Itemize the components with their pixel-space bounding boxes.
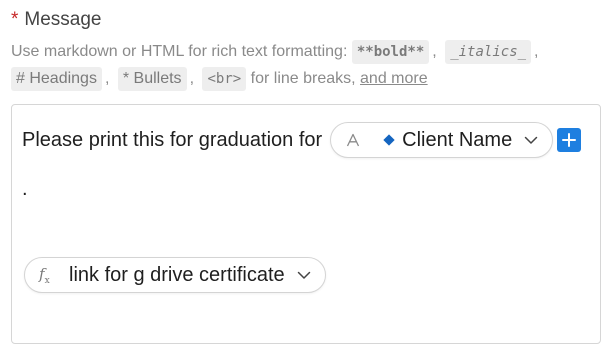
- g-drive-link-token[interactable]: fx link for g drive certificate: [24, 257, 326, 293]
- line-breaks-text: for line breaks,: [250, 70, 356, 87]
- message-label: Message: [24, 9, 102, 30]
- plus-icon: [562, 133, 576, 147]
- required-marker: *: [11, 9, 19, 30]
- client-name-token[interactable]: Client Name: [330, 122, 554, 158]
- separator-comma: ,: [432, 43, 437, 60]
- headings-code-sample: # Headings: [11, 67, 102, 91]
- editor-line-1: Please print this for graduation for Cli…: [22, 121, 554, 159]
- chevron-down-icon[interactable]: [297, 271, 311, 280]
- br-code-sample: <br>: [202, 67, 247, 91]
- formula-icon-x: x: [44, 275, 50, 286]
- separator-comma: ,: [104, 70, 110, 87]
- client-name-label: Client Name: [402, 128, 513, 151]
- message-text-line-2[interactable]: .: [22, 179, 28, 199]
- formatting-help-line-2: # Headings, * Bullets, <br> for line bre…: [11, 67, 428, 91]
- separator-comma: ,: [189, 70, 195, 87]
- bullets-code-sample: * Bullets: [117, 67, 187, 91]
- help-intro-text: Use markdown or HTML for rich text forma…: [11, 43, 348, 60]
- chevron-down-icon[interactable]: [524, 136, 538, 145]
- message-field-label: * Message: [11, 8, 102, 32]
- g-drive-link-label: link for g drive certificate: [69, 263, 285, 286]
- diamond-icon: [383, 134, 395, 146]
- formatting-help-line-1: Use markdown or HTML for rich text forma…: [11, 40, 543, 64]
- add-field-button[interactable]: [557, 128, 581, 152]
- message-editor[interactable]: Please print this for graduation for Cli…: [11, 104, 601, 344]
- text-type-icon: [345, 133, 361, 147]
- separator-comma: ,: [534, 43, 539, 60]
- formula-icon: fx: [39, 265, 57, 286]
- bold-code-sample: **bold**: [351, 40, 430, 64]
- and-more-link[interactable]: and more: [360, 70, 428, 87]
- italics-code-sample: _italics_: [445, 40, 532, 64]
- message-text-line-1[interactable]: Please print this for graduation for: [22, 129, 322, 152]
